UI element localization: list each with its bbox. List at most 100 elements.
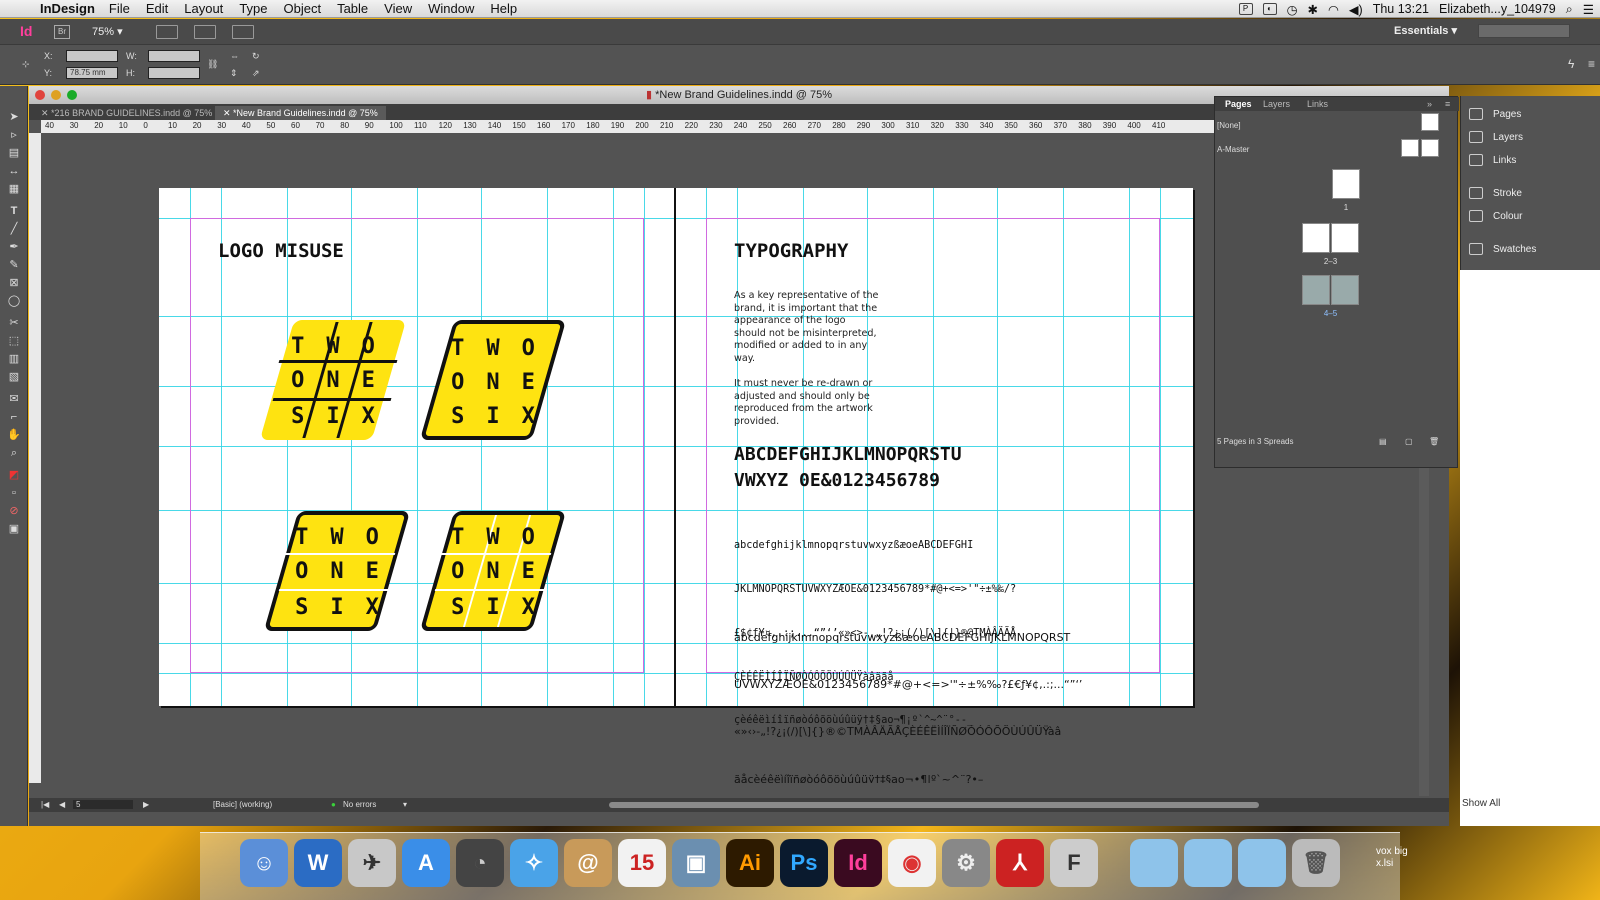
dock-colour[interactable]: Colour [1469, 210, 1522, 222]
scale-x-icon[interactable]: ⇔ [230, 51, 239, 61]
tab-new-brand-guidelines[interactable]: ✕ *New Brand Guidelines.indd @ 75% [215, 106, 386, 120]
user-menu[interactable]: Elizabeth...y_104979 [1439, 2, 1556, 16]
fill-stroke-icon[interactable]: ◩ [6, 468, 22, 482]
view-options-icon[interactable] [156, 25, 178, 39]
desktop-file-label[interactable]: vox big x.lsi [1376, 846, 1408, 870]
collapse-panel-icon[interactable]: » [1427, 99, 1432, 109]
first-page-icon[interactable]: |◀ [41, 800, 49, 809]
dock-app-indesign[interactable]: Id [834, 839, 882, 887]
panel-menu-icon[interactable]: ≡ [1445, 99, 1450, 109]
arrange-documents-icon[interactable] [232, 25, 254, 39]
dock-layers[interactable]: Layers [1469, 131, 1523, 143]
logo-misuse-example-3[interactable]: TWO ONE SIX [263, 511, 411, 631]
close-window-button[interactable] [35, 90, 45, 100]
wifi-icon[interactable]: ◠ [1328, 2, 1339, 17]
typography-paragraph-1[interactable]: As a key representative of the brand, it… [734, 290, 880, 366]
menu-layout[interactable]: Layout [184, 1, 223, 16]
shear-icon[interactable]: ⇗ [252, 68, 260, 79]
dock-app-finder[interactable]: ☺ [240, 839, 288, 887]
typography-heading[interactable]: TYPOGRAPHY [734, 240, 848, 262]
page-spread[interactable]: LOGO MISUSE TWO ONE SIX TWO ONE SIX T W … [159, 188, 1193, 783]
page-thumb-5[interactable] [1331, 275, 1359, 305]
bluetooth-icon[interactable]: ✱ [1308, 2, 1318, 17]
dock-app-system-preferences[interactable]: ⚙ [942, 839, 990, 887]
a-master-thumb-right[interactable] [1421, 139, 1439, 157]
display-glyphs-line-2[interactable]: VWXYZ 0E&0123456789 [734, 468, 940, 494]
ellipse-tool-icon[interactable]: ◯ [6, 294, 22, 308]
pencil-tool-icon[interactable]: ✎ [6, 258, 22, 272]
content-collector-icon[interactable]: ▦ [6, 182, 22, 196]
logo-misuse-example-4[interactable]: TWO ONE SIX [419, 511, 567, 631]
next-page-icon[interactable]: ▶ [143, 800, 149, 809]
w-field[interactable] [148, 50, 200, 62]
dock-app-photoshop[interactable]: Ps [780, 839, 828, 887]
logo-misuse-example-1[interactable]: TWO ONE SIX [259, 320, 407, 440]
dock-app-chrome[interactable]: ◉ [888, 839, 936, 887]
pasteboard[interactable]: LOGO MISUSE TWO ONE SIX TWO ONE SIX T W … [41, 133, 1214, 783]
bridge-button[interactable]: Br [54, 25, 70, 39]
menu-file[interactable]: File [109, 1, 130, 16]
clock[interactable]: Thu 13:21 [1373, 2, 1429, 16]
background-finder-window[interactable] [1460, 270, 1600, 826]
new-page-icon[interactable]: ▢ [1405, 437, 1413, 446]
previous-page-icon[interactable]: ◀ [59, 800, 65, 809]
tab-216-brand-guidelines[interactable]: ✕ *216 BRAND GUIDELINES.indd @ 75% [33, 106, 220, 120]
screen-mode-icon[interactable] [194, 25, 216, 39]
trash-icon[interactable]: 🗑 [1292, 839, 1340, 887]
dock-app-launchpad[interactable]: ✈ [348, 839, 396, 887]
menu-window[interactable]: Window [428, 1, 474, 16]
menu-table[interactable]: Table [337, 1, 368, 16]
menu-edit[interactable]: Edit [146, 1, 168, 16]
menu-object[interactable]: Object [284, 1, 322, 16]
tab-pages[interactable]: Pages [1225, 99, 1252, 109]
zoom-tool-icon[interactable]: ⌕ [6, 446, 22, 460]
dock-app-word[interactable]: W [294, 839, 342, 887]
page-thumb-1[interactable] [1332, 169, 1360, 199]
gap-tool-icon[interactable]: ↔ [6, 164, 22, 178]
zoom-level-select[interactable]: 75% ▾ [92, 25, 134, 39]
typography-paragraph-2[interactable]: It must never be re-drawn or adjusted an… [734, 378, 880, 428]
logo-misuse-heading[interactable]: LOGO MISUSE [218, 240, 344, 262]
lightning-icon[interactable]: ϟ [1568, 57, 1574, 71]
dock-app-contacts[interactable]: @ [564, 839, 612, 887]
page-thumb-3[interactable] [1331, 223, 1359, 253]
constrain-proportions-icon[interactable]: ⛓ [207, 59, 218, 70]
menu-view[interactable]: View [384, 1, 412, 16]
p-status-icon[interactable]: P [1238, 3, 1253, 15]
hand-tool-icon[interactable]: ✋ [6, 428, 22, 442]
panel-menu-icon[interactable]: ≡ [1588, 57, 1595, 71]
spotlight-icon[interactable]: ⌕ [1566, 2, 1573, 17]
page-thumb-4[interactable] [1302, 275, 1330, 305]
screen-mode-tool-icon[interactable]: ▣ [6, 522, 22, 536]
scale-y-icon[interactable]: ⇕ [230, 68, 238, 79]
zoom-window-button[interactable] [67, 90, 77, 100]
direct-selection-tool-icon[interactable]: ▹ [6, 128, 22, 142]
none-master[interactable]: [None] [1217, 121, 1241, 130]
dock-app-illustrator[interactable]: Ai [726, 839, 774, 887]
volume-icon[interactable]: ◀) [1349, 2, 1363, 17]
apply-none-icon[interactable]: ⊘ [6, 504, 22, 518]
horizontal-scrollbar[interactable] [609, 802, 1259, 808]
reference-point-icon[interactable]: ⊹ [22, 59, 30, 70]
a-master[interactable]: A-Master [1217, 145, 1249, 154]
dock-links[interactable]: Links [1469, 154, 1516, 166]
vertical-ruler[interactable] [29, 133, 41, 783]
page-number-field[interactable]: 5 [73, 800, 133, 809]
gradient-tool-icon[interactable]: ▥ [6, 352, 22, 366]
dock-app-dashboard[interactable]: ◔ [456, 839, 504, 887]
display-glyphs-line-1[interactable]: ABCDEFGHIJKLMNOPQRSTU [734, 442, 962, 468]
dock-stroke[interactable]: Stroke [1469, 187, 1522, 199]
edit-page-size-icon[interactable]: ▤ [1379, 437, 1387, 446]
workspace-switcher[interactable]: Essentials ▾ [1394, 24, 1457, 37]
folder-documents-icon[interactable] [1184, 839, 1232, 887]
preflight-errors[interactable]: No errors [343, 800, 376, 809]
page-thumb-2[interactable] [1302, 223, 1330, 253]
delete-page-icon[interactable]: 🗑 [1429, 437, 1439, 446]
show-all-button[interactable]: Show All [1462, 798, 1500, 809]
rectangle-frame-tool-icon[interactable]: ⊠ [6, 276, 22, 290]
folder-downloads-icon[interactable] [1238, 839, 1286, 887]
selection-tool-icon[interactable]: ➤ [6, 110, 22, 124]
app-menu[interactable]: InDesign [40, 1, 95, 16]
dock-app-acrobat[interactable]: ⅄ [996, 839, 1044, 887]
pen-tool-icon[interactable]: ✒ [6, 240, 22, 254]
